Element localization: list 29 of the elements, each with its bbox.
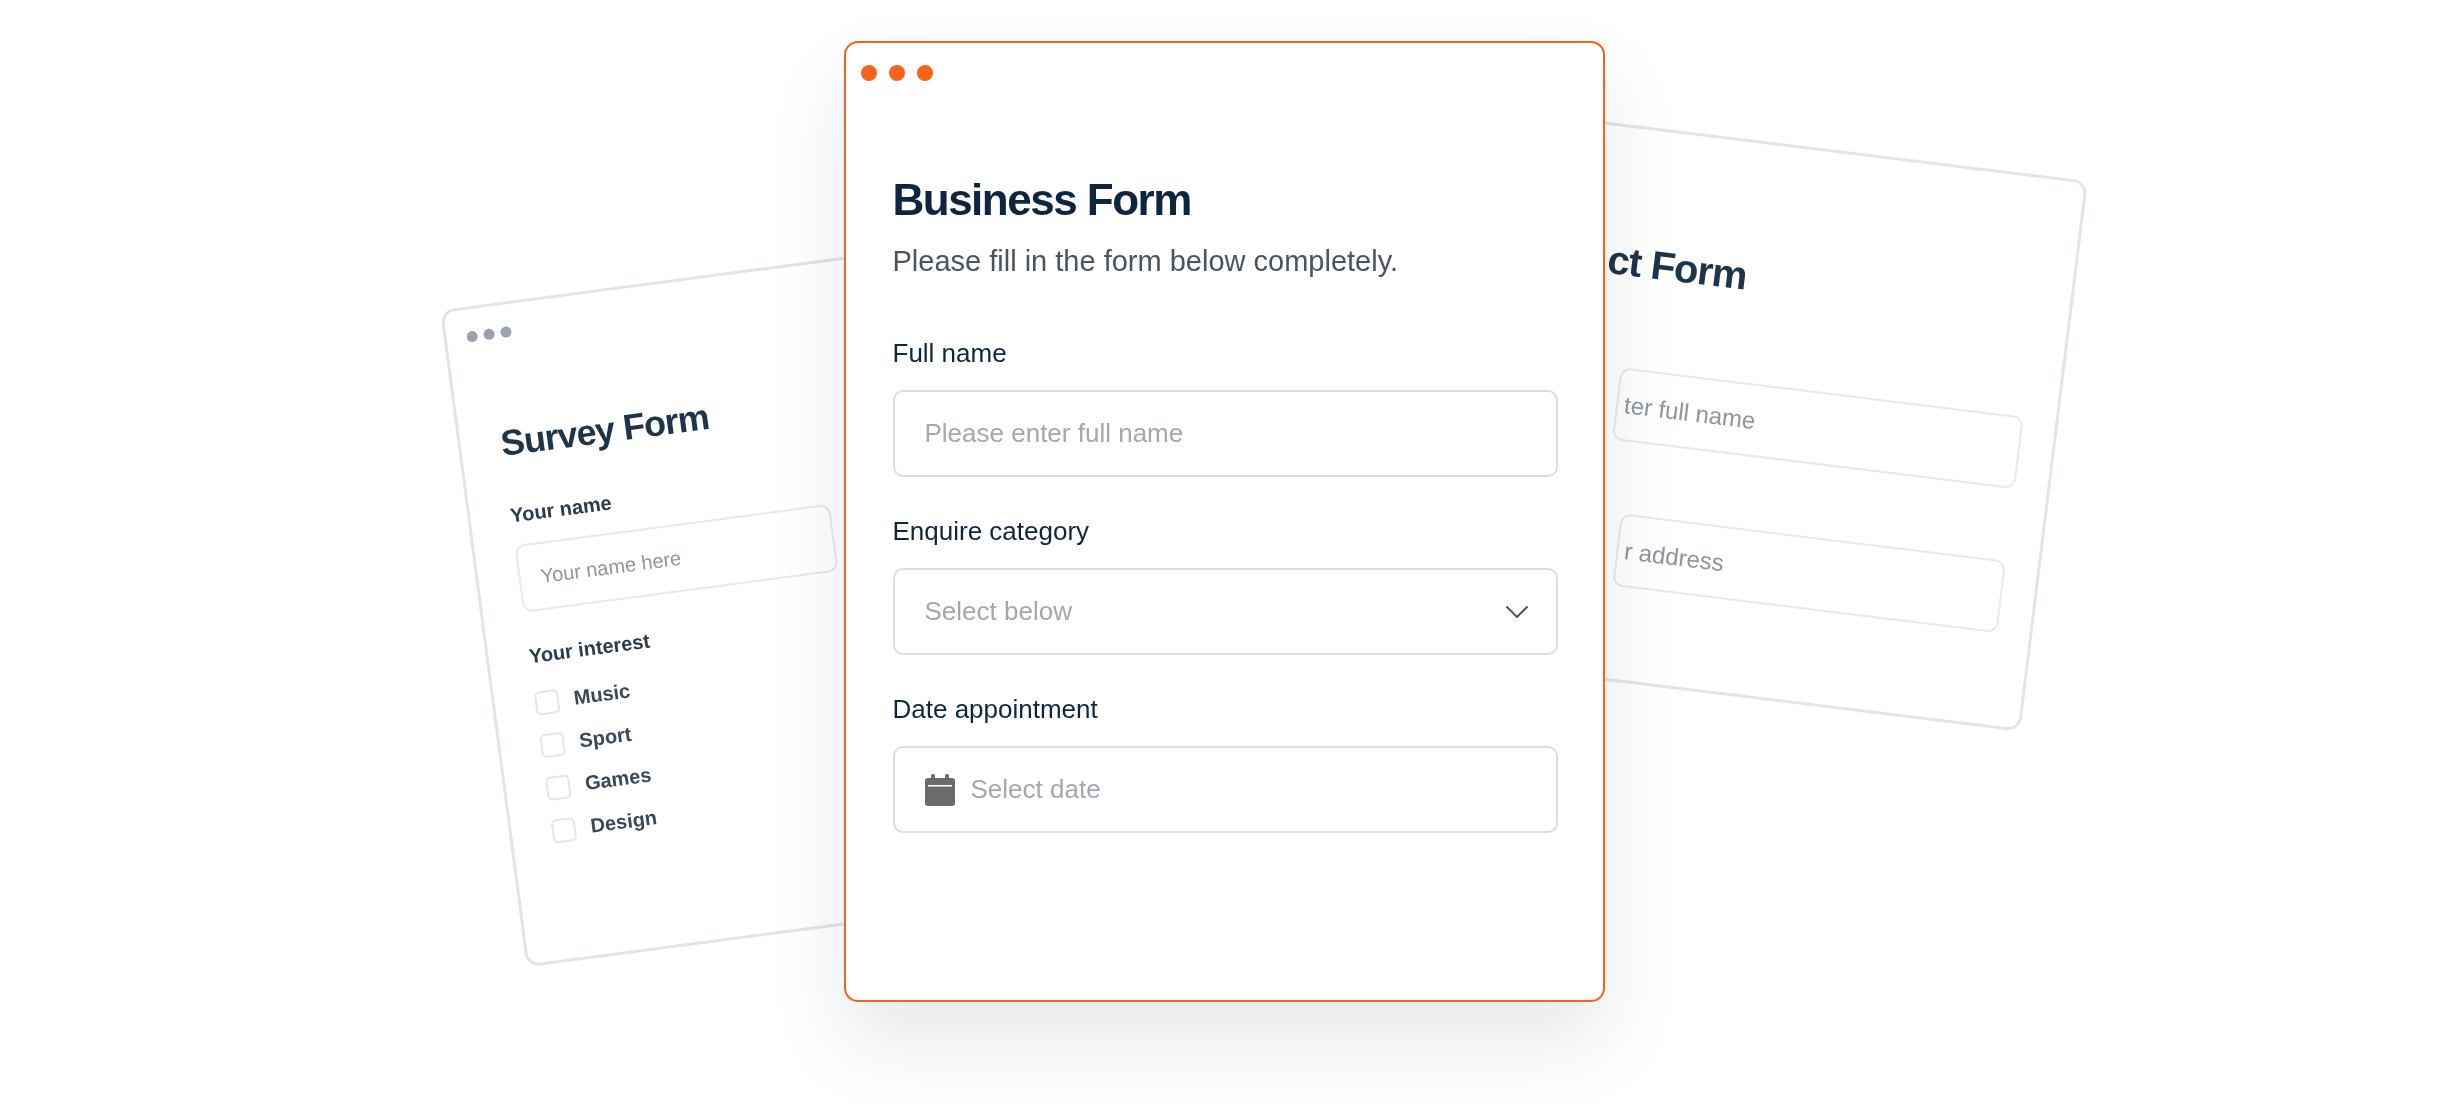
field-label: Enquire category xyxy=(892,515,1091,548)
date-field[interactable]: Select date xyxy=(892,746,1558,833)
checkbox[interactable] xyxy=(539,731,567,758)
form-subtitle: Please fill in the form below completely. xyxy=(892,244,1400,279)
text-field[interactable]: ter full name xyxy=(1611,367,2024,490)
checkbox-label: Design xyxy=(589,806,659,838)
text-field[interactable]: r address xyxy=(1612,513,2007,634)
window-dot-icon xyxy=(860,65,877,81)
checkbox-label: Games xyxy=(583,763,653,795)
window-dot-icon xyxy=(482,328,496,341)
text-field[interactable]: Please enter full name xyxy=(892,390,1558,477)
field-label: Your interest xyxy=(527,628,653,670)
calendar-icon xyxy=(924,773,955,806)
checkbox[interactable] xyxy=(533,688,561,716)
form-title: ct Form xyxy=(1604,236,1751,300)
window-dot-icon xyxy=(466,330,479,343)
form-title: Survey Form xyxy=(498,395,712,466)
checkbox[interactable] xyxy=(550,816,578,844)
window-dot-icon xyxy=(916,65,933,81)
form-title: Business Form xyxy=(892,174,1192,226)
window-dot-icon xyxy=(888,65,905,81)
checkbox-label: Music xyxy=(572,679,632,710)
field-label: Date appointment xyxy=(892,693,1099,726)
chevron-down-icon xyxy=(1505,605,1528,618)
checkbox-label: Sport xyxy=(577,722,633,753)
select-field[interactable]: Select below xyxy=(892,568,1558,655)
field-label: Full name xyxy=(892,337,1008,370)
window-dot-icon xyxy=(499,325,513,339)
checkbox[interactable] xyxy=(544,773,572,801)
